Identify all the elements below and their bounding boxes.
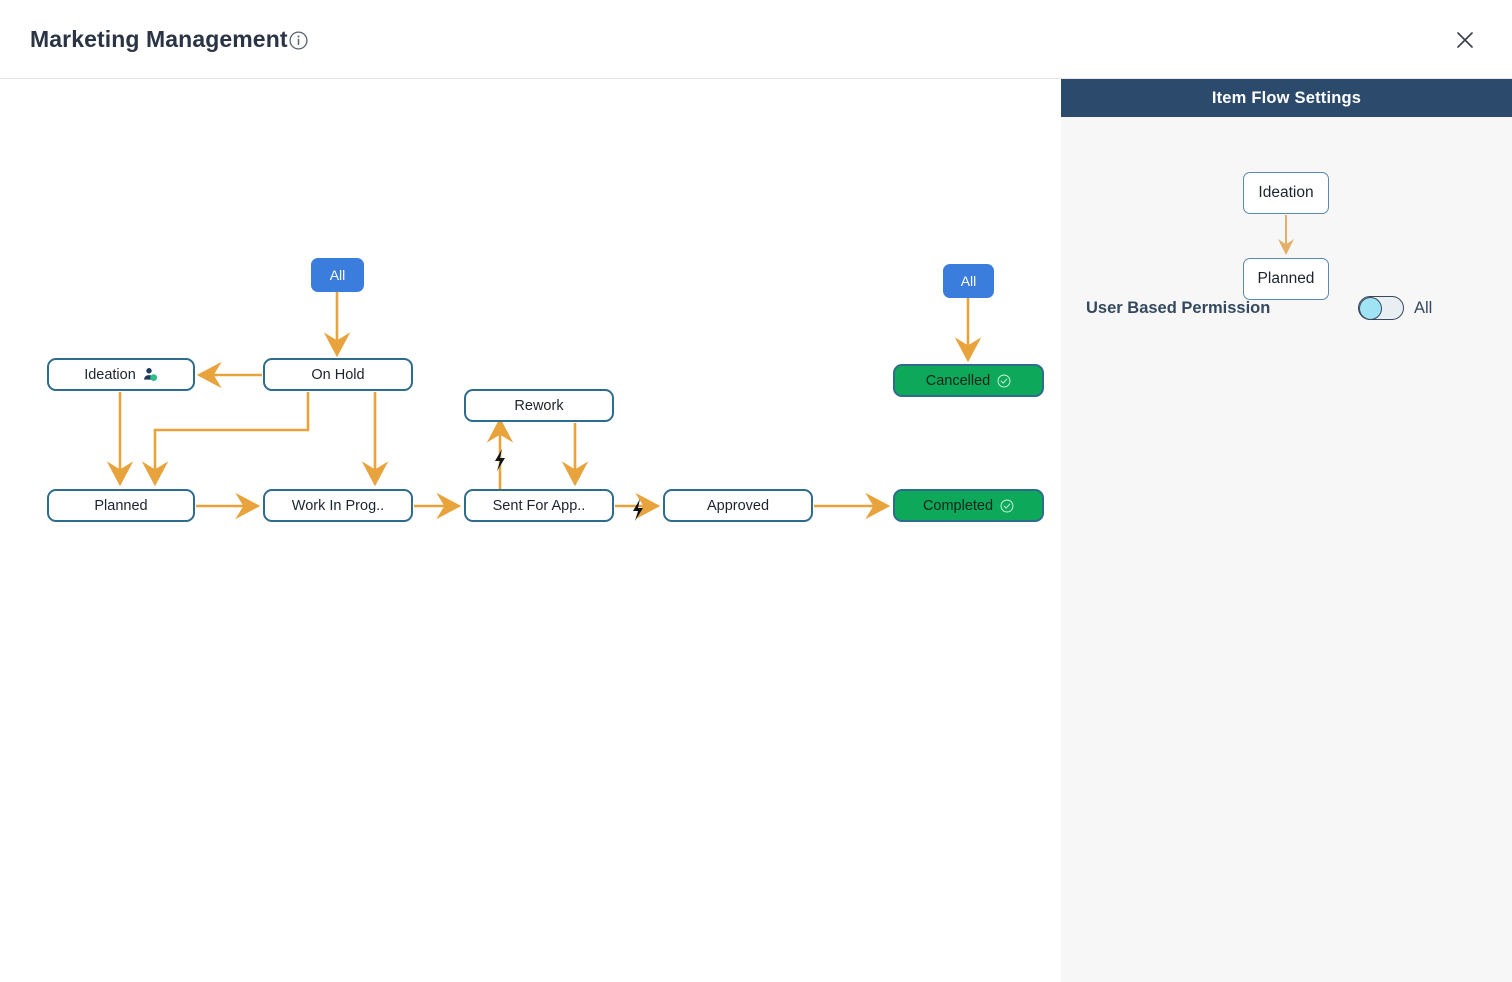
node-all-cancelled[interactable]: All bbox=[943, 264, 994, 298]
node-label: Cancelled bbox=[925, 372, 991, 389]
panel-node-ideation[interactable]: Ideation bbox=[1243, 172, 1329, 214]
flow-canvas[interactable]: All Ideation On Hold Rework All Cancelle… bbox=[0, 79, 1061, 982]
person-add-icon bbox=[143, 368, 157, 381]
node-label: Work In Prog.. bbox=[291, 497, 385, 514]
node-label: Sent For App.. bbox=[492, 497, 586, 514]
panel-title: Item Flow Settings bbox=[1061, 79, 1512, 117]
node-label: Approved bbox=[706, 497, 770, 514]
node-on-hold[interactable]: On Hold bbox=[263, 358, 413, 391]
panel-node-label: Ideation bbox=[1258, 184, 1314, 201]
node-sent-for-approval[interactable]: Sent For App.. bbox=[464, 489, 614, 522]
toggle-value-label: All bbox=[1414, 299, 1433, 317]
node-rework[interactable]: Rework bbox=[464, 389, 614, 422]
check-circle-icon bbox=[1000, 499, 1014, 512]
user-based-permission-toggle[interactable] bbox=[1358, 296, 1404, 320]
check-circle-icon bbox=[997, 374, 1011, 387]
close-button[interactable] bbox=[1451, 26, 1479, 54]
node-label: On Hold bbox=[311, 366, 365, 383]
dialog-header: Marketing Management bbox=[0, 0, 1512, 79]
node-label: Planned bbox=[94, 497, 148, 514]
user-based-permission-row: User Based Permission All bbox=[1061, 291, 1512, 325]
node-label: Completed bbox=[922, 497, 994, 514]
node-label: All bbox=[329, 267, 346, 283]
panel-flow-preview: Ideation Planned bbox=[1061, 117, 1512, 302]
close-icon bbox=[1457, 32, 1473, 48]
node-ideation[interactable]: Ideation bbox=[47, 358, 195, 391]
node-completed[interactable]: Completed bbox=[893, 489, 1044, 522]
node-label: Rework bbox=[514, 397, 564, 414]
node-label: Ideation bbox=[84, 366, 136, 383]
toggle-knob bbox=[1359, 296, 1382, 320]
node-work-in-progress[interactable]: Work In Prog.. bbox=[263, 489, 413, 522]
node-label: All bbox=[960, 273, 977, 289]
item-flow-settings-panel: Item Flow Settings Ideation Planned User… bbox=[1061, 79, 1512, 982]
node-planned[interactable]: Planned bbox=[47, 489, 195, 522]
info-circle-icon[interactable] bbox=[289, 31, 308, 50]
page-title: Marketing Management bbox=[30, 26, 288, 52]
node-cancelled[interactable]: Cancelled bbox=[893, 364, 1044, 397]
panel-node-label: Planned bbox=[1257, 270, 1315, 287]
user-based-permission-label: User Based Permission bbox=[1086, 299, 1271, 317]
item-flow-dialog: Marketing Management All Ideation On Hol… bbox=[0, 0, 1512, 982]
flow-connectors bbox=[106, 292, 982, 521]
node-approved[interactable]: Approved bbox=[663, 489, 813, 522]
node-all-onhold[interactable]: All bbox=[311, 258, 364, 292]
